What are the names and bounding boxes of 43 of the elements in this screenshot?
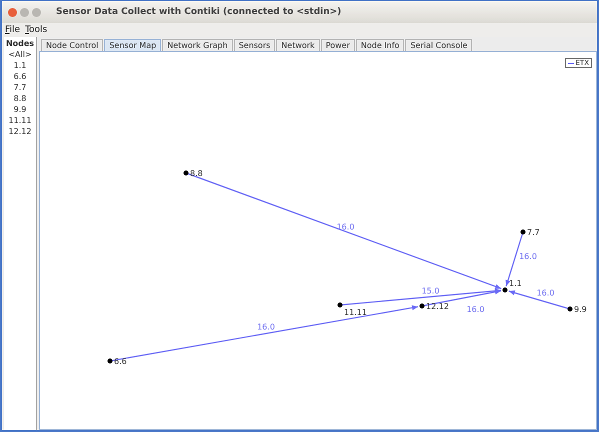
menu-item[interactable]: File [5, 25, 20, 35]
tab[interactable]: Node Control [41, 39, 104, 51]
node-list-item[interactable]: 7.7 [14, 82, 26, 93]
tab[interactable]: Node Info [356, 39, 404, 51]
tab[interactable]: Serial Console [405, 39, 472, 51]
link-label: 16.0 [336, 222, 354, 232]
tab[interactable]: Network [276, 39, 320, 51]
tab[interactable]: Sensor Map [104, 39, 162, 51]
close-button[interactable] [8, 8, 17, 16]
node-list-item[interactable]: <All> [8, 49, 32, 60]
node-list-item[interactable]: 8.8 [14, 93, 26, 104]
node-dot[interactable] [108, 358, 112, 364]
node-dot[interactable] [338, 302, 342, 308]
tab[interactable]: Power [320, 39, 355, 51]
link-arrow [508, 290, 570, 310]
list-header: Nodes [6, 38, 34, 49]
node-label: 6.6 [114, 357, 127, 366]
node-dot[interactable] [184, 170, 188, 176]
node-dot[interactable] [420, 304, 424, 308]
link-label: 16.0 [536, 288, 554, 298]
node-label: 12.12 [426, 302, 449, 311]
legend-line-icon [568, 62, 574, 64]
node-list-item[interactable]: 6.6 [14, 71, 26, 82]
node-label: 7.7 [527, 228, 540, 237]
node-list-item[interactable]: 1.1 [14, 60, 26, 71]
node-label: 11.11 [344, 308, 367, 317]
link-label: 15.0 [422, 286, 440, 296]
node-list-item[interactable]: 11.11 [8, 115, 32, 126]
node-dot[interactable] [502, 288, 508, 292]
node-list-item[interactable]: 9.9 [14, 104, 26, 115]
window-title: Sensor Data Collect with Contiki (connected to <stdin>) [56, 7, 342, 17]
node-label: 9.9 [574, 305, 587, 314]
node-dot[interactable] [568, 306, 572, 312]
link-label: 16.0 [257, 322, 275, 332]
tab[interactable]: Network Graph [162, 39, 233, 51]
node-dot[interactable] [520, 230, 526, 234]
node-list-item[interactable]: 12.12 [8, 126, 32, 137]
link-label: 16.0 [519, 252, 537, 261]
link-label: 16.0 [466, 305, 484, 314]
node-label: 8.8 [190, 169, 203, 178]
tab[interactable]: Sensors [234, 39, 276, 51]
menu-item[interactable]: Tools [25, 25, 48, 35]
node-label: 1.1 [509, 279, 522, 288]
